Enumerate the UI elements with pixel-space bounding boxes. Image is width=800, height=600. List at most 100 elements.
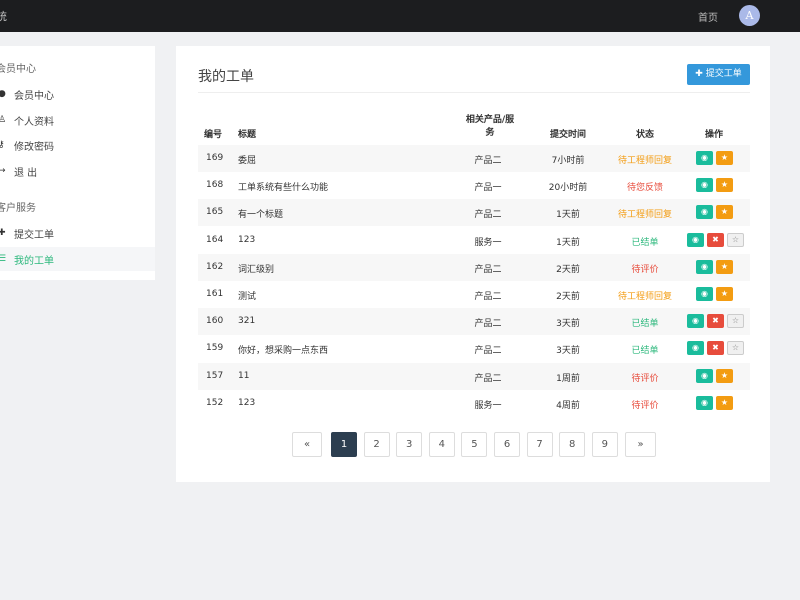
page-button[interactable]: 2	[363, 432, 390, 457]
table-row: 160 321 产品二 3天前 已结单 ◉ ✖ ☆	[198, 308, 750, 336]
list-icon: ☰	[0, 254, 7, 264]
ticket-id: 162	[206, 261, 224, 272]
ticket-product: 产品二	[474, 346, 502, 357]
ticket-id: 160	[206, 316, 224, 327]
star-button[interactable]: ★	[716, 178, 733, 193]
page-button[interactable]: 4	[428, 432, 455, 457]
star-icon: ★	[720, 261, 729, 271]
status-badge: 待工程师回复	[617, 156, 672, 166]
ticket-time: 4周前	[556, 400, 580, 411]
page-button[interactable]: 5	[461, 432, 488, 457]
trash-icon: ✖	[712, 316, 719, 326]
status-badge: 已结单	[631, 346, 659, 357]
submit-ticket-button[interactable]: ✚ 提交工单	[687, 64, 750, 85]
key-icon: ⚷	[0, 140, 5, 150]
ticket-product: 服务一	[474, 400, 502, 411]
sidebar-item[interactable]: ⚷ 修改密码	[0, 133, 155, 157]
star-outline-icon: ☆	[731, 316, 740, 326]
ticket-product: 产品二	[474, 264, 502, 275]
sidebar-item[interactable]: ♙ 个人资料	[0, 108, 155, 132]
star-button[interactable]: ★	[716, 205, 733, 220]
view-icon: ◉	[701, 180, 708, 190]
ticket-time: 1周前	[556, 373, 580, 384]
sidebar-item[interactable]: ● 会员中心	[0, 82, 155, 106]
view-button[interactable]: ◉	[696, 151, 713, 165]
view-button[interactable]: ◉	[696, 395, 713, 410]
page-button[interactable]: 9	[591, 432, 618, 457]
page-button[interactable]: 7	[526, 432, 553, 457]
home-link[interactable]: 首页	[698, 9, 718, 24]
star-button[interactable]: ★	[716, 287, 733, 301]
delete-button[interactable]: ✖	[707, 341, 724, 356]
ticket-id: 164	[206, 234, 224, 245]
ticket-title[interactable]: 123	[238, 235, 255, 245]
sidebar-item[interactable]: ✚ 提交工单	[0, 221, 155, 245]
ticket-title[interactable]: 有一个标题	[238, 207, 283, 220]
column-header-title: 标题	[238, 130, 257, 140]
view-icon: ◉	[701, 370, 708, 380]
sidebar-item-label: 退 出	[14, 168, 38, 179]
ticket-time: 7小时前	[551, 156, 585, 166]
ticket-title[interactable]: 11	[238, 371, 249, 381]
view-button[interactable]: ◉	[687, 341, 704, 356]
view-icon: ◉	[701, 153, 708, 162]
column-header-actions: 操作	[704, 130, 723, 140]
view-button[interactable]: ◉	[696, 178, 713, 193]
brand-title[interactable]: 统	[0, 8, 7, 24]
column-header-id: 编号	[204, 130, 223, 140]
ticket-product: 产品二	[474, 156, 502, 166]
view-button[interactable]: ◉	[696, 205, 713, 220]
ticket-title[interactable]: 321	[238, 316, 255, 326]
star-button[interactable]: ★	[716, 368, 733, 383]
ticket-title[interactable]: 委屈	[238, 153, 256, 166]
star-button[interactable]: ★	[716, 259, 733, 274]
ticket-title[interactable]: 测试	[238, 289, 256, 302]
view-icon: ◉	[692, 234, 699, 244]
ticket-product: 服务一	[474, 237, 502, 248]
page-button[interactable]: 6	[494, 432, 520, 457]
sidebar-item[interactable]: ☰ 我的工单	[0, 247, 155, 271]
ticket-title[interactable]: 词汇级别	[238, 262, 274, 275]
ticket-product: 产品二	[474, 319, 502, 330]
page-prev-button[interactable]: «	[292, 432, 322, 457]
ticket-title[interactable]: 123	[238, 398, 255, 408]
star-outline-button[interactable]: ☆	[727, 341, 744, 356]
view-button[interactable]: ◉	[696, 287, 713, 301]
star-button[interactable]: ★	[716, 395, 733, 410]
page-button[interactable]: 1	[331, 432, 357, 457]
ticket-id: 159	[206, 343, 224, 354]
view-button[interactable]: ◉	[687, 232, 704, 247]
ticket-title[interactable]: 你好，想采购一点东西	[238, 343, 328, 356]
ticket-title[interactable]: 工单系统有些什么功能	[238, 180, 328, 193]
status-badge: 待您反馈	[626, 183, 663, 194]
sidebar-item-label: 个人资料	[14, 117, 54, 128]
star-outline-button[interactable]: ☆	[727, 232, 744, 247]
delete-button[interactable]: ✖	[707, 232, 724, 247]
avatar[interactable]: A	[739, 5, 760, 26]
plus-icon: ✚	[0, 228, 6, 238]
table-row: 165 有一个标题 产品二 1天前 待工程师回复 ◉ ★	[198, 199, 750, 227]
page-button[interactable]: 3	[396, 432, 423, 457]
delete-button[interactable]: ✖	[707, 314, 724, 329]
ticket-product: 产品二	[474, 292, 502, 302]
star-outline-button[interactable]: ☆	[727, 314, 744, 329]
view-icon: ◉	[692, 316, 699, 326]
view-button[interactable]: ◉	[687, 314, 704, 329]
sidebar-group-title: 会员中心	[0, 64, 36, 75]
view-icon: ◉	[701, 397, 708, 407]
star-icon: ★	[720, 207, 729, 217]
page-next-button[interactable]: »	[625, 432, 656, 457]
view-icon: ◉	[692, 343, 699, 353]
status-badge: 待评价	[631, 400, 659, 411]
view-button[interactable]: ◉	[696, 259, 713, 274]
ticket-id: 157	[206, 370, 224, 381]
table-row: 168 工单系统有些什么功能 产品一 20小时前 待您反馈 ◉ ★	[198, 172, 750, 199]
sidebar-item[interactable]: ↦ 退 出	[0, 159, 155, 183]
star-outline-icon: ☆	[731, 343, 740, 353]
page-button[interactable]: 8	[559, 432, 586, 457]
star-button[interactable]: ★	[716, 151, 733, 165]
view-button[interactable]: ◉	[696, 368, 713, 383]
column-header-product: 相关产品/服务	[465, 115, 515, 138]
table-row: 157 11 产品二 1周前 待评价 ◉ ★	[198, 362, 750, 390]
sidebar-item-label: 修改密码	[14, 142, 54, 153]
